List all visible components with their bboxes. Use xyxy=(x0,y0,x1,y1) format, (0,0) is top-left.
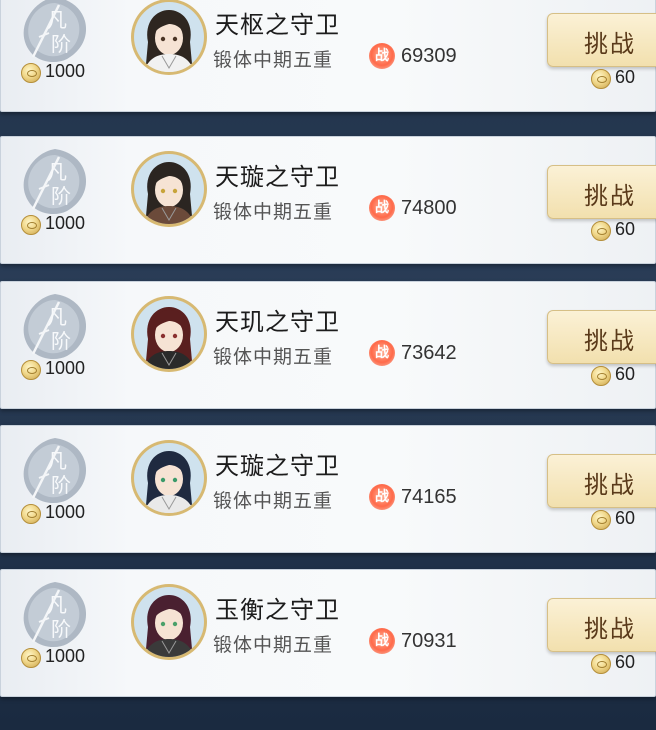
reward-value: 1000 xyxy=(45,358,86,378)
avatar[interactable] xyxy=(131,296,207,372)
reward-value: 1000 xyxy=(45,502,86,522)
challenge-card: 凡 阶 1000 玉衡之守卫 锻体中期五重 战 70931 挑战 60 xyxy=(0,569,656,697)
challenge-cost-value: 60 xyxy=(615,219,636,239)
rank-char-1: 凡 xyxy=(47,305,67,329)
combat-power-value: 74165 xyxy=(401,486,457,508)
character-portrait-icon xyxy=(134,443,204,513)
cultivation-realm: 锻体中期五重 xyxy=(213,634,334,656)
combat-power-value: 70931 xyxy=(401,630,457,652)
battle-power-icon: 战 xyxy=(369,484,395,510)
rank-char-2: 阶 xyxy=(51,329,71,353)
challenge-button[interactable]: 挑战 xyxy=(547,13,656,67)
challenge-cost-value: 60 xyxy=(615,652,636,672)
reward-value: 1000 xyxy=(45,61,86,81)
rank-char-1: 凡 xyxy=(47,160,67,184)
rank-char-2: 阶 xyxy=(51,32,71,56)
coin-icon xyxy=(21,215,41,235)
avatar[interactable] xyxy=(131,0,207,75)
coin-icon xyxy=(21,648,41,668)
character-portrait-icon xyxy=(134,299,204,369)
challenge-cost-value: 60 xyxy=(615,508,636,528)
cultivation-realm: 锻体中期五重 xyxy=(213,49,334,71)
guardian-name: 天玑之守卫 xyxy=(215,308,340,336)
coin-icon xyxy=(591,654,611,674)
challenge-button-label: 挑战 xyxy=(584,615,636,643)
rank-emblem-icon: 凡 阶 xyxy=(23,0,86,63)
cultivation-realm: 锻体中期五重 xyxy=(213,346,334,368)
coin-icon xyxy=(591,510,611,530)
challenge-button[interactable]: 挑战 xyxy=(547,310,656,364)
character-portrait-icon xyxy=(134,587,204,657)
battle-power-icon: 战 xyxy=(369,43,395,69)
rank-emblem-icon: 凡 阶 xyxy=(23,149,87,215)
avatar[interactable] xyxy=(131,440,207,516)
battle-power-icon: 战 xyxy=(369,628,395,654)
coin-icon xyxy=(591,69,611,89)
challenge-button[interactable]: 挑战 xyxy=(547,598,656,652)
challenge-cost-value: 60 xyxy=(615,67,636,87)
challenge-cost-value: 60 xyxy=(615,364,636,384)
battle-power-icon: 战 xyxy=(369,340,395,366)
reward-value: 1000 xyxy=(45,646,86,666)
challenge-button[interactable]: 挑战 xyxy=(547,454,656,508)
challenge-card: 凡 阶 1000 天璇之守卫 锻体中期五重 战 74165 挑战 60 xyxy=(0,425,656,553)
rank-char-1: 凡 xyxy=(47,593,67,617)
challenge-button-label: 挑战 xyxy=(584,182,636,210)
battle-power-icon: 战 xyxy=(369,195,395,221)
coin-icon xyxy=(21,504,41,524)
coin-icon xyxy=(591,221,611,241)
challenge-button[interactable]: 挑战 xyxy=(547,165,656,219)
guardian-name: 天璇之守卫 xyxy=(215,163,340,191)
combat-power-value: 73642 xyxy=(401,342,457,364)
coin-icon xyxy=(21,63,41,83)
avatar[interactable] xyxy=(131,584,207,660)
rank-emblem-icon: 凡 阶 xyxy=(23,582,87,648)
rank-char-1: 凡 xyxy=(47,8,67,32)
combat-power-value: 69309 xyxy=(401,45,457,67)
rank-emblem-icon: 凡 阶 xyxy=(23,294,87,360)
guardian-name: 玉衡之守卫 xyxy=(215,596,340,624)
challenge-card: 凡 阶 1000 天玑之守卫 锻体中期五重 战 73642 挑战 60 xyxy=(0,281,656,409)
challenge-button-label: 挑战 xyxy=(584,30,636,58)
avatar[interactable] xyxy=(131,151,207,227)
rank-char-2: 阶 xyxy=(51,617,71,641)
cultivation-realm: 锻体中期五重 xyxy=(213,490,334,512)
rank-emblem-icon: 凡 阶 xyxy=(23,438,87,504)
cultivation-realm: 锻体中期五重 xyxy=(213,201,334,223)
challenge-button-label: 挑战 xyxy=(584,471,636,499)
rank-char-2: 阶 xyxy=(51,184,71,208)
coin-icon xyxy=(591,366,611,386)
guardian-name: 天枢之守卫 xyxy=(215,11,340,39)
coin-icon xyxy=(21,360,41,380)
character-portrait-icon xyxy=(134,154,204,224)
combat-power-value: 74800 xyxy=(401,197,457,219)
challenge-button-label: 挑战 xyxy=(584,327,636,355)
guardian-name: 天璇之守卫 xyxy=(215,452,340,480)
rank-char-1: 凡 xyxy=(47,449,67,473)
character-portrait-icon xyxy=(134,2,204,72)
challenge-card: 凡 阶 1000 天璇之守卫 锻体中期五重 战 74800 挑战 60 xyxy=(0,136,656,264)
challenge-card: 凡 阶 1000 天枢之守卫 锻体中期五重 战 69309 挑战 60 xyxy=(0,0,656,112)
rank-char-2: 阶 xyxy=(51,473,71,497)
reward-value: 1000 xyxy=(45,213,86,233)
